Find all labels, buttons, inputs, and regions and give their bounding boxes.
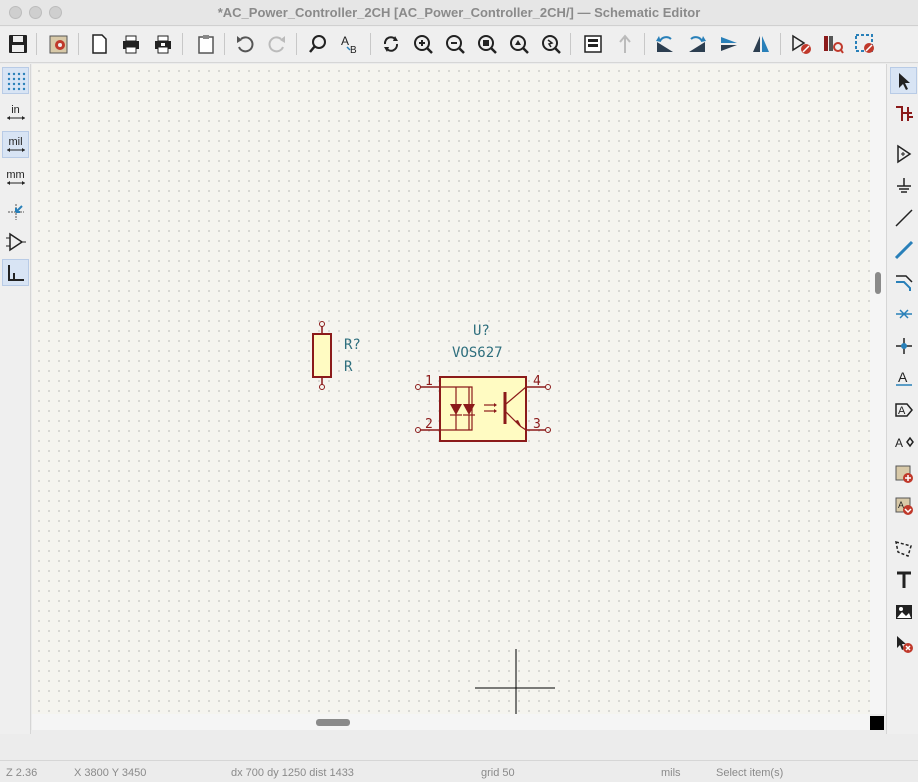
refresh-icon[interactable] bbox=[378, 31, 404, 57]
main-toolbar: AB bbox=[0, 27, 918, 63]
grid-toggle-icon[interactable] bbox=[2, 67, 29, 94]
pin-4-number: 4 bbox=[533, 374, 541, 389]
find-icon[interactable] bbox=[305, 31, 331, 57]
schematic-drawing: R? R U? VOS627 1 2 3 4 bbox=[312, 321, 555, 714]
status-zoom: Z 2.36 bbox=[6, 767, 38, 779]
add-text-icon[interactable] bbox=[890, 566, 917, 593]
add-sheet-icon[interactable] bbox=[890, 460, 917, 487]
optocoupler-reference: U? bbox=[473, 323, 490, 339]
schematic-setup-icon[interactable] bbox=[46, 31, 72, 57]
rotate-ccw-icon[interactable] bbox=[652, 31, 678, 57]
zoom-out-icon[interactable] bbox=[442, 31, 468, 57]
import-sheet-pin-icon[interactable]: A bbox=[890, 492, 917, 519]
symbol-editor-icon[interactable] bbox=[788, 31, 814, 57]
optocoupler-value: VOS627 bbox=[452, 345, 503, 361]
units-mils-label: mil bbox=[8, 135, 23, 148]
arrow-both-icon bbox=[6, 115, 25, 120]
scroll-corner bbox=[870, 716, 884, 730]
cursor-crosshair-icon[interactable] bbox=[2, 198, 29, 225]
page-settings-icon[interactable] bbox=[86, 31, 112, 57]
arrow-both-icon bbox=[6, 180, 25, 185]
resistor-reference: R? bbox=[344, 337, 361, 353]
svg-text:A: A bbox=[898, 369, 908, 385]
resistor-value: R bbox=[344, 359, 353, 375]
arrow-both-icon bbox=[6, 147, 25, 152]
hierarchy-navigator-icon[interactable] bbox=[580, 31, 606, 57]
right-toolbar: A A A A bbox=[886, 64, 918, 734]
delete-item-icon[interactable] bbox=[890, 630, 917, 657]
horizontal-scrollbar[interactable] bbox=[32, 714, 870, 730]
save-icon[interactable] bbox=[5, 31, 31, 57]
mirror-vertical-icon[interactable] bbox=[716, 31, 742, 57]
svg-text:B: B bbox=[350, 45, 357, 55]
add-label-icon[interactable]: A bbox=[890, 364, 917, 391]
add-image-icon[interactable] bbox=[890, 598, 917, 625]
pin-1-number: 1 bbox=[425, 374, 433, 389]
line-mode-icon[interactable] bbox=[2, 259, 29, 286]
add-power-icon[interactable] bbox=[890, 172, 917, 199]
zoom-fit-icon[interactable] bbox=[474, 31, 500, 57]
print-icon[interactable] bbox=[118, 31, 144, 57]
add-bus-icon[interactable] bbox=[890, 236, 917, 263]
svg-text:A: A bbox=[898, 500, 904, 510]
window-title: *AC_Power_Controller_2CH [AC_Power_Contr… bbox=[217, 5, 701, 20]
vertical-scroll-thumb[interactable] bbox=[875, 272, 881, 294]
pin-3-number: 3 bbox=[533, 417, 541, 432]
units-mils-button[interactable]: mil bbox=[2, 131, 29, 158]
status-delta: dx 700 dy 1250 dist 1433 bbox=[231, 767, 354, 779]
undo-icon[interactable] bbox=[232, 31, 258, 57]
zoom-objects-icon[interactable] bbox=[506, 31, 532, 57]
redo-icon[interactable] bbox=[264, 31, 290, 57]
status-message: Select item(s) bbox=[716, 767, 784, 779]
units-mm-label: mm bbox=[6, 168, 25, 181]
zoom-selection-icon[interactable] bbox=[538, 31, 564, 57]
status-bar: Z 2.36 X 3800 Y 3450 dx 700 dy 1250 dist… bbox=[0, 760, 918, 782]
symbol-browser-icon[interactable] bbox=[820, 31, 846, 57]
resistor-symbol[interactable]: R? R bbox=[312, 321, 361, 390]
add-global-label-icon[interactable]: A bbox=[890, 396, 917, 423]
pin-2-number: 2 bbox=[425, 417, 433, 432]
units-mm-button[interactable]: mm bbox=[2, 164, 29, 191]
left-toolbar: in mil mm bbox=[0, 64, 31, 734]
optocoupler-symbol[interactable]: U? VOS627 1 2 3 4 bbox=[415, 323, 551, 442]
add-symbol-icon[interactable] bbox=[890, 140, 917, 167]
highlight-net-icon[interactable] bbox=[890, 99, 917, 126]
annotate-icon[interactable] bbox=[852, 31, 878, 57]
rotate-cw-icon[interactable] bbox=[684, 31, 710, 57]
status-units: mils bbox=[661, 767, 681, 779]
select-pointer-icon[interactable] bbox=[890, 67, 917, 94]
leave-sheet-icon[interactable] bbox=[612, 31, 638, 57]
mirror-horizontal-icon[interactable] bbox=[748, 31, 774, 57]
paste-icon[interactable] bbox=[193, 31, 219, 57]
plot-icon[interactable] bbox=[150, 31, 176, 57]
vertical-scrollbar[interactable] bbox=[870, 64, 886, 714]
horizontal-scroll-thumb[interactable] bbox=[316, 719, 350, 726]
find-replace-icon[interactable]: AB bbox=[337, 31, 363, 57]
add-wire-icon[interactable] bbox=[890, 204, 917, 231]
status-grid: grid 50 bbox=[481, 767, 515, 779]
no-connect-icon[interactable] bbox=[890, 300, 917, 327]
units-inches-button[interactable]: in bbox=[2, 99, 29, 126]
schematic-canvas[interactable]: R? R U? VOS627 1 2 3 4 bbox=[32, 64, 870, 714]
add-graphic-polygon-icon[interactable] bbox=[890, 534, 917, 561]
add-bus-entry-icon[interactable] bbox=[890, 268, 917, 295]
add-hierarchical-label-icon[interactable]: A bbox=[890, 428, 917, 455]
zoom-in-icon[interactable] bbox=[410, 31, 436, 57]
add-junction-icon[interactable] bbox=[890, 332, 917, 359]
schematic-editor-window: *AC_Power_Controller_2CH [AC_Power_Contr… bbox=[0, 0, 918, 782]
crosshair-cursor bbox=[475, 649, 555, 714]
hidden-pins-icon[interactable] bbox=[2, 228, 29, 255]
svg-text:A: A bbox=[341, 34, 349, 48]
units-inches-label: in bbox=[11, 103, 20, 116]
title-bar: *AC_Power_Controller_2CH [AC_Power_Contr… bbox=[0, 0, 918, 26]
svg-text:A: A bbox=[895, 436, 903, 450]
status-cursor-position: X 3800 Y 3450 bbox=[74, 767, 147, 779]
svg-text:A: A bbox=[898, 405, 906, 417]
